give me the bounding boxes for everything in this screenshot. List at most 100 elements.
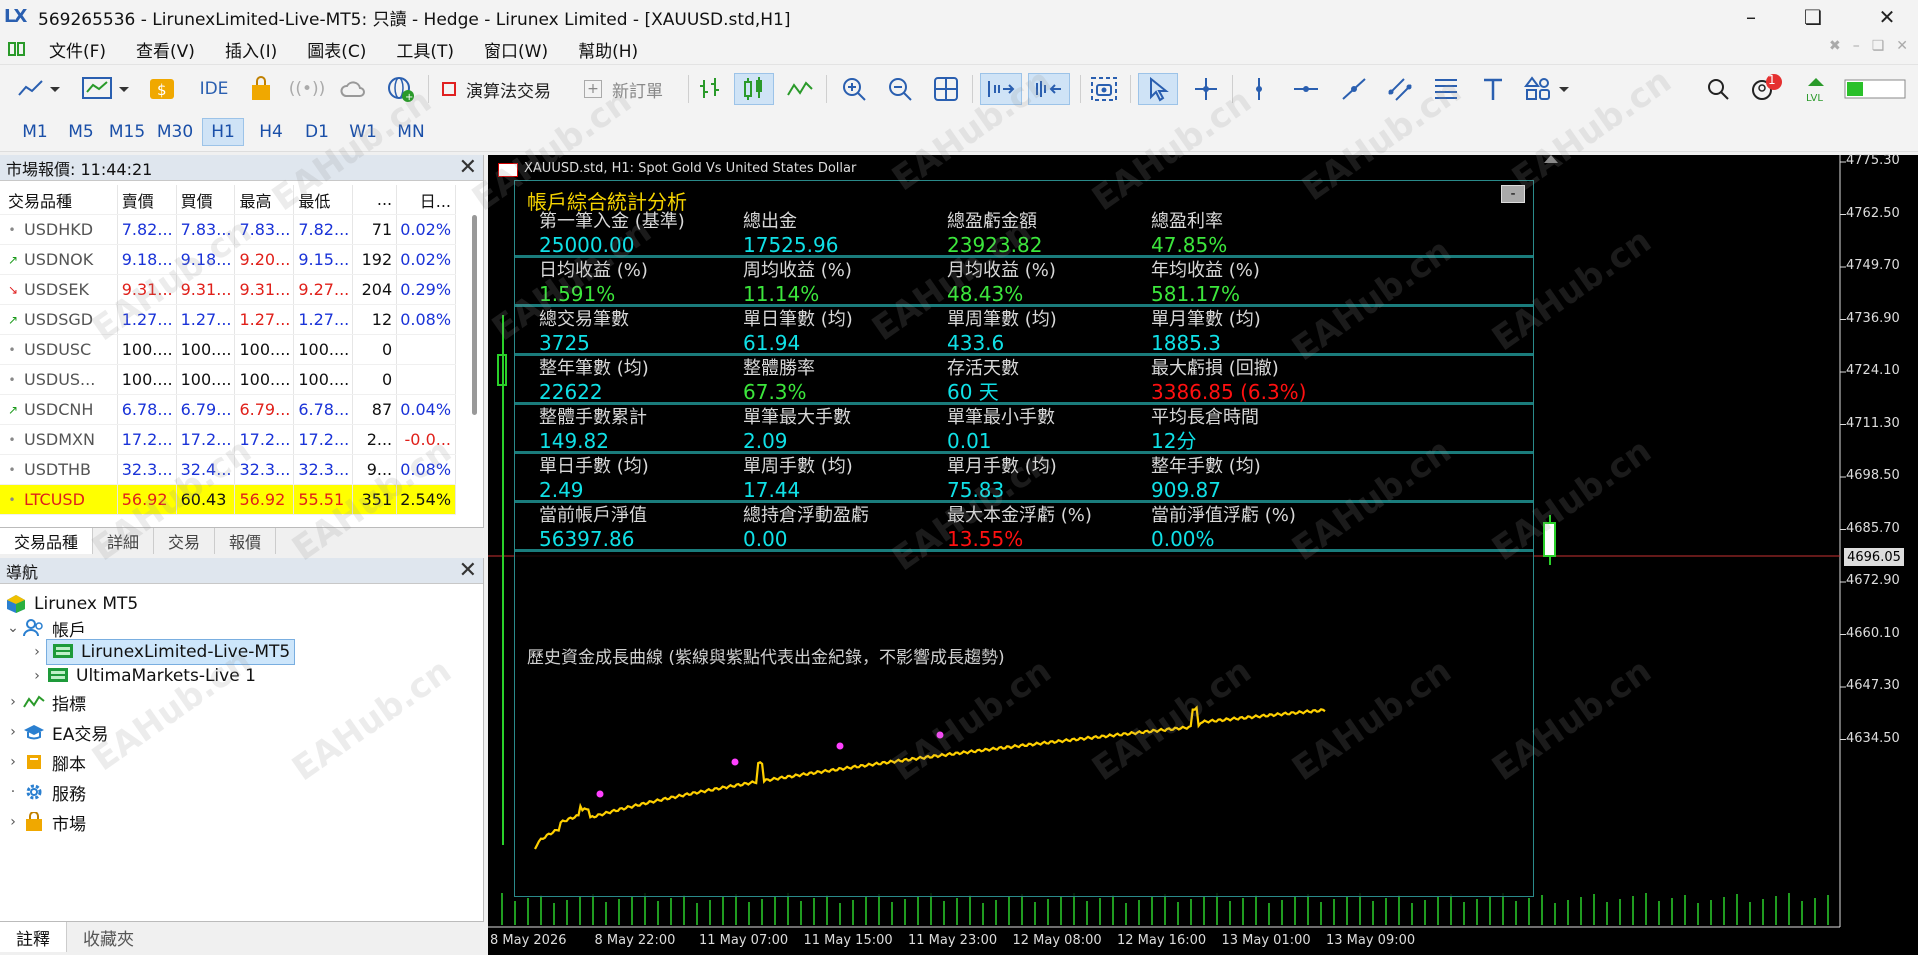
market-watch-rows: • USDHKD 7.82... 7.83... 7.83... 7.82... 71 0.0… <box>0 215 457 515</box>
cell-spread: 192 <box>353 245 398 274</box>
expand-icon[interactable]: › <box>4 694 22 710</box>
bar-chart-icon[interactable] <box>694 73 726 105</box>
market-watch-row[interactable]: ↗ USDSGD 1.27... 1.27... 1.27... 1.27... 12 0.0… <box>0 305 457 335</box>
line-chart-icon[interactable] <box>784 73 816 105</box>
trend-line-icon[interactable] <box>1338 73 1370 105</box>
cloud-icon[interactable] <box>338 73 368 105</box>
column-daily-change[interactable]: 日... <box>397 185 457 214</box>
expand-icon[interactable]: › <box>4 754 22 770</box>
menu-window[interactable]: 窗口(W) <box>469 37 563 62</box>
mdi-minimize-icon[interactable]: – <box>1853 38 1860 54</box>
mdi-close-icon[interactable]: ✕ <box>1896 38 1908 54</box>
column-high[interactable]: 最高 <box>235 185 295 214</box>
signals-icon[interactable]: ((•)) <box>289 73 326 105</box>
market-watch-row[interactable]: ↗ USDCNH 6.78... 6.79... 6.79... 6.78... 87 0.0… <box>0 395 457 425</box>
market-watch-row[interactable]: ↘ USDSEK 9.31... 9.31... 9.31... 9.27... 204 0.… <box>0 275 457 305</box>
column-bid[interactable]: 賣價 <box>118 185 177 214</box>
expand-icon[interactable]: › <box>4 814 22 830</box>
timeframe-d1[interactable]: D1 <box>296 118 338 146</box>
tab-details[interactable]: 詳細 <box>93 528 155 554</box>
timeframe-w1[interactable]: W1 <box>342 118 384 146</box>
menu-file[interactable]: 文件(F) <box>34 37 121 62</box>
menu-tools[interactable]: 工具(T) <box>381 37 469 62</box>
market-watch-row[interactable]: • LTCUSD 56.92 60.43 56.92 55.51 351 2.54% <box>0 485 457 515</box>
vps-globe-icon[interactable]: + <box>384 73 418 105</box>
market-watch-scrollbar[interactable] <box>472 215 477 415</box>
market-watch-row[interactable]: • USDUS... 100.... 100.... 100.... 100.... 0 <box>0 365 457 395</box>
equidistant-channel-icon[interactable] <box>1384 73 1416 105</box>
timeframe-m5[interactable]: M5 <box>60 118 102 146</box>
vertical-line-icon[interactable] <box>1244 73 1274 105</box>
nav-indicators[interactable]: › 指標 <box>4 688 86 716</box>
tab-ticks[interactable]: 報價 <box>215 528 277 554</box>
tab-favorites[interactable]: 收藏夾 <box>67 922 150 952</box>
new-order-button[interactable]: + 新訂單 <box>584 73 684 105</box>
timeframe-h4[interactable]: H4 <box>250 118 292 146</box>
nav-scripts[interactable]: › 腳本 <box>4 748 86 776</box>
tab-trading[interactable]: 交易 <box>154 528 216 554</box>
zoom-in-icon[interactable] <box>838 73 870 105</box>
algo-trading-button[interactable]: 演算法交易 <box>442 73 572 105</box>
coin-icon[interactable]: $ <box>146 73 178 105</box>
search-icon[interactable] <box>1702 73 1734 105</box>
column-low[interactable]: 最低 <box>294 185 354 214</box>
expand-icon[interactable]: › <box>4 724 22 740</box>
nav-services[interactable]: · 服務 <box>4 778 86 806</box>
stats-minimize-button[interactable]: - <box>1501 185 1525 203</box>
column-ask[interactable]: 買價 <box>177 185 236 214</box>
candlestick-chart-icon[interactable] <box>734 73 774 105</box>
cell-change: 0.08% <box>397 305 457 334</box>
market-watch-row[interactable]: ↗ USDNOK 9.18... 9.18... 9.20... 9.15... 192 0.… <box>0 245 457 275</box>
nav-expert-advisors[interactable]: › EA交易 <box>4 718 108 746</box>
collapse-icon[interactable]: ⌄ <box>4 620 22 636</box>
close-market-watch-icon[interactable]: ✕ <box>459 156 477 179</box>
menu-help[interactable]: 幫助(H) <box>563 37 653 62</box>
screenshot-icon[interactable] <box>1088 73 1120 105</box>
menu-charts[interactable]: 圖表(C) <box>292 37 381 62</box>
menu-view[interactable]: 查看(V) <box>121 37 210 62</box>
minimize-button[interactable]: – <box>1720 0 1782 34</box>
maximize-button[interactable]: ❏ <box>1782 0 1844 34</box>
market-watch-row[interactable]: • USDMXN 17.2... 17.2... 17.2... 17.2... 2... -… <box>0 425 457 455</box>
nav-market[interactable]: › 市場 <box>4 808 86 836</box>
notifications-icon[interactable]: 1 <box>1746 73 1786 105</box>
close-button[interactable]: ✕ <box>1856 0 1918 34</box>
chart-shift-icon[interactable] <box>1028 73 1070 105</box>
nav-account-2[interactable]: › UltimaMarkets-Live 1 <box>28 662 256 690</box>
signal-strength-icon[interactable]: LVL <box>1800 73 1832 105</box>
crosshair-icon[interactable] <box>1190 73 1222 105</box>
zoom-out-icon[interactable] <box>884 73 916 105</box>
timeframe-mn[interactable]: MN <box>390 118 432 146</box>
horizontal-line-icon[interactable] <box>1290 73 1322 105</box>
ide-button[interactable]: IDE <box>196 73 232 105</box>
timeframe-m1[interactable]: M1 <box>14 118 56 146</box>
line-chart-menu-icon[interactable] <box>14 73 62 105</box>
market-watch-row[interactable]: • USDHKD 7.82... 7.83... 7.83... 7.82... 71 0.0… <box>0 215 457 245</box>
expand-icon[interactable]: › <box>28 668 46 684</box>
tab-comments[interactable]: 註釋 <box>0 922 67 952</box>
auto-scroll-icon[interactable] <box>980 73 1022 105</box>
menu-insert[interactable]: 插入(I) <box>210 37 292 62</box>
text-tool-icon[interactable] <box>1478 73 1508 105</box>
mdi-restore-icon[interactable]: ❏ <box>1872 38 1885 54</box>
column-symbol[interactable]: 交易品種 <box>0 185 118 214</box>
cell-symbol: • USDTHB <box>0 455 118 484</box>
cursor-tool-icon[interactable] <box>1138 73 1178 105</box>
tab-symbols[interactable]: 交易品種 <box>0 528 94 554</box>
timeframe-m15[interactable]: M15 <box>106 118 148 146</box>
timeframe-m30[interactable]: M30 <box>154 118 196 146</box>
cell-symbol: • LTCUSD <box>0 485 118 514</box>
fibonacci-icon[interactable] <box>1430 73 1462 105</box>
column-spread[interactable]: ... <box>353 185 398 214</box>
market-bag-icon[interactable] <box>246 73 276 105</box>
chart-template-icon[interactable] <box>80 73 132 105</box>
close-navigator-icon[interactable]: ✕ <box>459 559 477 582</box>
cell-high: 100.... <box>235 365 295 394</box>
tile-windows-icon[interactable] <box>930 73 962 105</box>
market-watch-row[interactable]: • USDUSC 100.... 100.... 100.... 100.... 0 <box>0 335 457 365</box>
pin-icon[interactable]: ✖ <box>1829 38 1841 54</box>
timeframe-h1[interactable]: H1 <box>202 118 244 146</box>
shapes-menu-icon[interactable] <box>1522 73 1574 105</box>
market-watch-row[interactable]: • USDTHB 32.3... 32.4... 32.3... 32.3... 9... 0… <box>0 455 457 485</box>
expand-icon[interactable]: › <box>28 644 46 660</box>
